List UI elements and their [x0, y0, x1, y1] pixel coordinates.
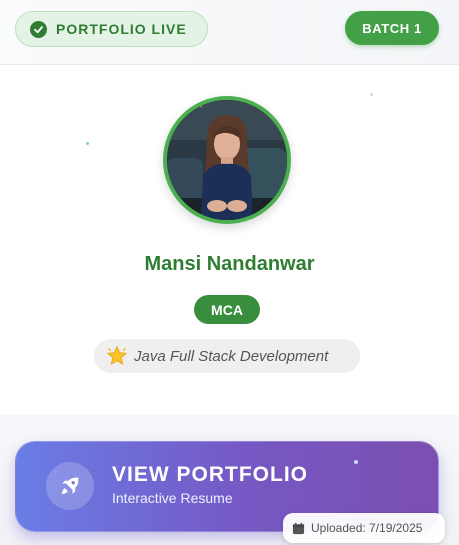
portfolio-card: PORTFOLIO LIVE BATCH 1 Mansi Nandanwar M…: [0, 0, 459, 545]
card-header: PORTFOLIO LIVE BATCH 1: [0, 0, 459, 65]
sparkle-dot: [86, 142, 89, 145]
avatar: [163, 96, 291, 224]
upload-date-label: Uploaded: 7/19/2025: [311, 521, 423, 535]
student-name: Mansi Nandanwar: [144, 253, 315, 275]
rocket-icon: [46, 462, 94, 510]
star-icon: [106, 345, 128, 367]
portfolio-live-badge: PORTFOLIO LIVE: [15, 11, 208, 47]
calendar-icon: [292, 522, 305, 535]
track-label: Java Full Stack Development: [134, 347, 329, 365]
track-badge: Java Full Stack Development: [94, 339, 360, 373]
batch-badge: BATCH 1: [345, 11, 439, 45]
portfolio-live-label: PORTFOLIO LIVE: [56, 21, 187, 37]
sparkle-dot: [354, 460, 358, 464]
avatar-photo: [167, 100, 287, 220]
check-circle-icon: [30, 20, 47, 38]
degree-badge: MCA: [194, 295, 260, 324]
upload-date-badge: Uploaded: 7/19/2025: [283, 513, 445, 543]
view-portfolio-subtitle: Interactive Resume: [112, 490, 233, 506]
view-portfolio-title: VIEW PORTFOLIO: [112, 463, 308, 486]
sparkle-dot: [370, 93, 373, 96]
